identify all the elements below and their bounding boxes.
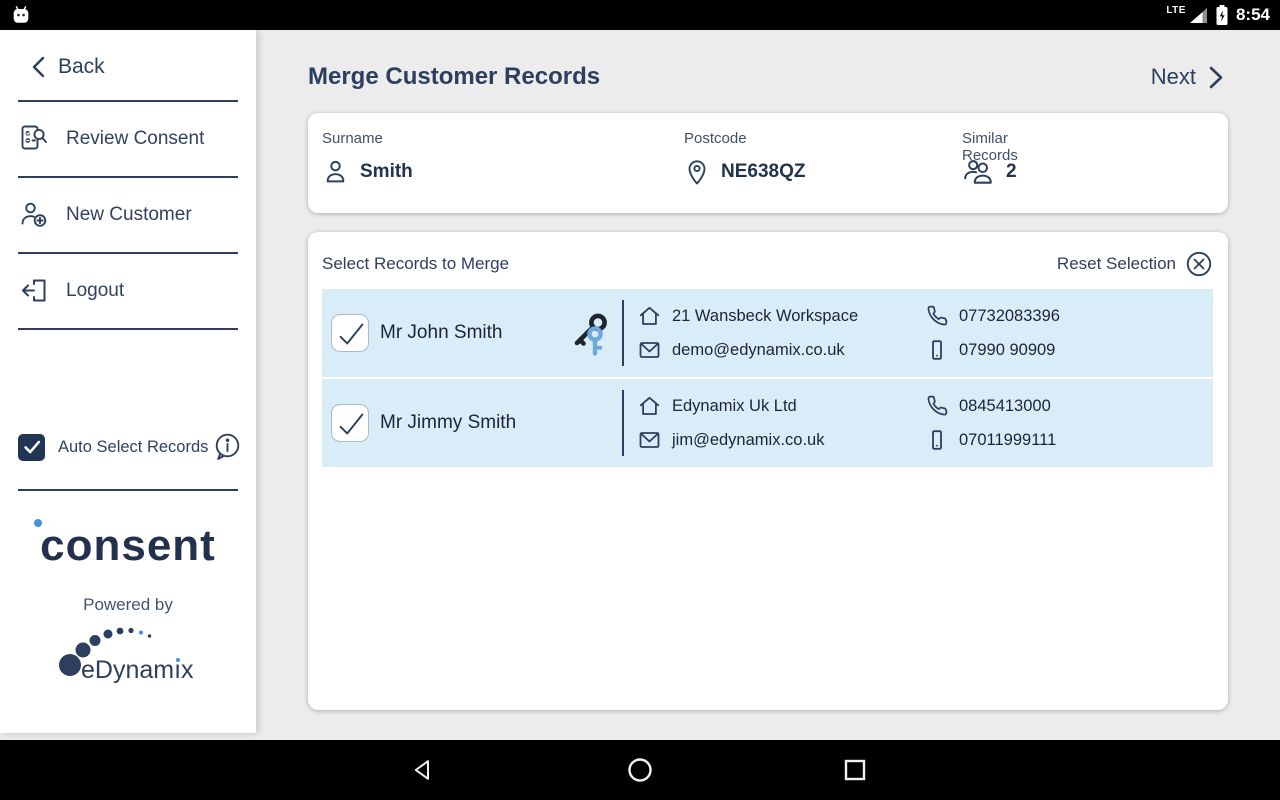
review-consent-icon xyxy=(18,123,50,155)
people-icon xyxy=(962,157,995,186)
android-back-button[interactable] xyxy=(394,740,454,800)
record-mobile: 07990 90909 xyxy=(959,341,1055,360)
back-label: Back xyxy=(58,55,105,79)
android-nav-bar xyxy=(0,740,1280,800)
home-icon xyxy=(637,394,662,418)
record-phone: 07732083396 xyxy=(959,307,1060,326)
sidebar-item-label: Review Consent xyxy=(66,128,204,150)
record-address: 21 Wansbeck Workspace xyxy=(672,307,858,326)
field-label: Surname xyxy=(322,130,383,147)
info-icon[interactable] xyxy=(213,432,242,462)
record-checkbox[interactable] xyxy=(331,314,369,352)
mobile-icon xyxy=(925,428,949,452)
mail-icon xyxy=(637,428,662,452)
home-icon xyxy=(637,304,662,328)
sidebar: Back Review Consent xyxy=(0,30,256,733)
logout-icon xyxy=(18,275,50,307)
logo-wordmark: consent xyxy=(40,521,216,570)
chevron-right-icon xyxy=(1204,64,1228,91)
sidebar-item-logout[interactable]: Logout xyxy=(0,254,256,328)
field-value: NE638QZ xyxy=(721,161,805,183)
merge-panel-title: Select Records to Merge xyxy=(322,254,509,274)
android-home-button[interactable] xyxy=(610,740,670,800)
person-icon xyxy=(322,157,349,186)
clock-time: 8:54 xyxy=(1236,5,1270,25)
powered-by-label: Powered by xyxy=(0,595,256,615)
record-phone: 0845413000 xyxy=(959,397,1051,416)
network-type-label: LTE xyxy=(1166,5,1186,16)
record-email: jim@edynamix.co.uk xyxy=(672,431,824,450)
bugdroid-notification-icon xyxy=(10,3,32,27)
field-value: Smith xyxy=(360,161,413,183)
record-list: Mr John Smith xyxy=(322,289,1213,469)
record-email: demo@edynamix.co.uk xyxy=(672,341,845,360)
sidebar-item-label: New Customer xyxy=(66,204,192,226)
edynamix-logo: eDynamıx xyxy=(53,621,203,687)
page-title: Merge Customer Records xyxy=(308,63,600,91)
recents-square-icon xyxy=(842,757,868,783)
sidebar-item-new-customer[interactable]: New Customer xyxy=(0,178,256,252)
battery-charging-icon xyxy=(1215,4,1229,26)
field-label: Postcode xyxy=(684,130,747,147)
map-pin-icon xyxy=(684,157,710,187)
field-value: 2 xyxy=(1006,161,1017,183)
record-name: Mr Jimmy Smith xyxy=(380,379,516,467)
signal-strength-icon xyxy=(1189,7,1208,24)
record-row[interactable]: Mr Jimmy Smith Edynamix Uk Ltd xyxy=(322,379,1213,467)
home-circle-icon xyxy=(626,756,654,784)
edynamix-wordmark: eDynamıx xyxy=(81,656,194,685)
phone-icon xyxy=(925,304,949,328)
chevron-left-icon xyxy=(28,54,50,80)
record-mobile: 07011999111 xyxy=(959,431,1056,450)
android-recents-button[interactable] xyxy=(825,740,885,800)
record-name: Mr John Smith xyxy=(380,289,502,377)
divider xyxy=(622,300,624,366)
mobile-icon xyxy=(925,338,949,362)
merge-records-card: Select Records to Merge Reset Selection xyxy=(308,232,1228,710)
sidebar-item-label: Logout xyxy=(66,280,124,302)
auto-select-records-row: Auto Select Records xyxy=(0,427,256,467)
new-customer-icon xyxy=(18,199,50,231)
auto-select-label: Auto Select Records xyxy=(58,438,213,457)
auto-select-checkbox[interactable] xyxy=(18,434,45,461)
divider xyxy=(622,390,624,456)
divider xyxy=(18,489,238,491)
sidebar-item-review-consent[interactable]: Review Consent xyxy=(0,102,256,176)
phone-icon xyxy=(925,394,949,418)
back-button[interactable]: Back xyxy=(0,30,256,100)
next-label: Next xyxy=(1151,64,1196,90)
logo-dot xyxy=(34,519,42,527)
reset-selection-button[interactable]: Reset Selection xyxy=(1057,250,1213,278)
screen: LTE 8:54 Back xyxy=(0,0,1280,800)
record-row[interactable]: Mr John Smith xyxy=(322,289,1213,377)
record-checkbox[interactable] xyxy=(331,404,369,442)
reset-selection-label: Reset Selection xyxy=(1057,254,1176,274)
mail-icon xyxy=(637,338,662,362)
next-button[interactable]: Next xyxy=(1151,64,1228,91)
search-summary-card: Surname Smith Postcode NE638QZ xyxy=(308,113,1228,213)
record-address: Edynamix Uk Ltd xyxy=(672,397,797,416)
master-record-keys-icon xyxy=(568,309,614,359)
iconsent-logo: consent xyxy=(0,521,256,571)
divider xyxy=(18,328,238,330)
close-circle-icon xyxy=(1185,250,1213,278)
android-status-bar: LTE 8:54 xyxy=(0,0,1280,30)
back-triangle-icon xyxy=(411,757,437,783)
main-content: Merge Customer Records Next Surname Smit… xyxy=(256,30,1280,740)
